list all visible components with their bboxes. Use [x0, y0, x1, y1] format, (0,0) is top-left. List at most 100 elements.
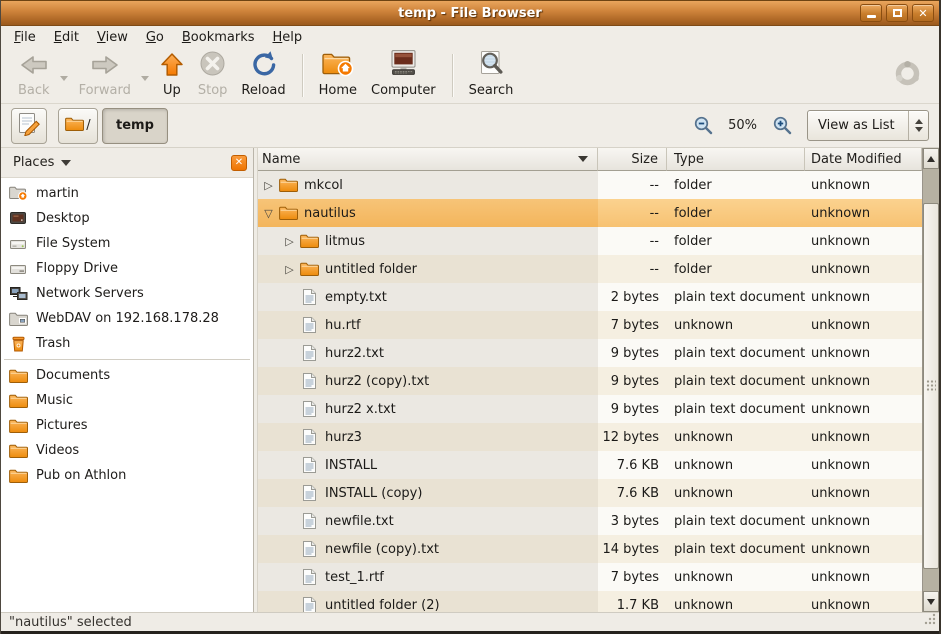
back-button-dropdown[interactable]	[57, 48, 72, 103]
scrollbar-thumb[interactable]	[923, 203, 939, 569]
zoom-in-icon[interactable]	[771, 115, 793, 137]
sidebar-item-pictures[interactable]: Pictures	[1, 413, 253, 438]
column-header-name[interactable]: Name	[258, 148, 598, 171]
name-cell: untitled folder (2)	[258, 591, 598, 612]
size-cell: 7.6 KB	[598, 451, 667, 479]
table-row[interactable]: INSTALL7.6 KBunknownunknown	[258, 451, 922, 479]
file-list: NameSize Type Date Modified ▷mkcol--folder…	[258, 148, 939, 612]
menu-bookmarks[interactable]: Bookmarks	[173, 27, 264, 48]
path-button-current[interactable]: temp	[102, 108, 168, 144]
table-row[interactable]: empty.txt2 bytesplain text documentunkno…	[258, 283, 922, 311]
menu-go[interactable]: Go	[137, 27, 173, 48]
table-row[interactable]: ▷mkcol--folderunknown	[258, 171, 922, 199]
edit-location-button[interactable]	[11, 108, 47, 144]
size-cell: 7 bytes	[598, 563, 667, 591]
back-button[interactable]: Back	[11, 48, 57, 103]
name-cell: ▷untitled folder	[258, 255, 598, 283]
sidebar-item-trash[interactable]: Trash	[1, 331, 253, 356]
expander-expanded-icon[interactable]: ▽	[262, 207, 275, 220]
date-modified-cell: unknown	[805, 227, 922, 255]
type-cell: unknown	[667, 479, 805, 507]
scroll-down-button[interactable]	[923, 591, 939, 612]
type-cell: plain text document	[667, 339, 805, 367]
sidebar-item-desktop[interactable]: Desktop	[1, 206, 253, 231]
date-modified-cell: unknown	[805, 451, 922, 479]
sidebar-item-floppy-drive[interactable]: Floppy Drive	[1, 256, 253, 281]
size-cell: 14 bytes	[598, 535, 667, 563]
column-header-date-modified[interactable]: Date Modified	[805, 148, 922, 171]
view-controls: 50% View as List	[692, 110, 939, 141]
folder-icon	[298, 234, 320, 248]
view-mode-select[interactable]: View as List	[807, 110, 929, 141]
text-file-icon	[298, 457, 320, 473]
forward-button-dropdown[interactable]	[138, 48, 153, 103]
sidebar-item-music[interactable]: Music	[1, 388, 253, 413]
sidebar-item-network-servers[interactable]: Network Servers	[1, 281, 253, 306]
date-modified-cell: unknown	[805, 283, 922, 311]
column-header-type[interactable]: Type	[667, 148, 805, 171]
table-row[interactable]: hurz312 bytesunknownunknown	[258, 423, 922, 451]
table-row[interactable]: newfile.txt3 bytesplain text documentunk…	[258, 507, 922, 535]
home-button[interactable]: Home	[312, 48, 364, 103]
table-row[interactable]: ▽nautilus--folderunknown	[258, 199, 922, 227]
expander-collapsed-icon[interactable]: ▷	[283, 263, 296, 276]
sidebar-item-label: Network Servers	[36, 286, 144, 301]
date-modified-cell: unknown	[805, 367, 922, 395]
type-cell: folder	[667, 199, 805, 227]
menu-help[interactable]: Help	[264, 27, 312, 48]
forward-icon	[90, 53, 120, 81]
forward-button[interactable]: Forward	[72, 48, 138, 103]
table-row[interactable]: hurz2 x.txt9 bytesplain text documentunk…	[258, 395, 922, 423]
scroll-up-button[interactable]	[923, 148, 939, 169]
name-cell: ▽nautilus	[258, 199, 598, 227]
search-button[interactable]: Search	[462, 48, 521, 103]
close-sidebar-button[interactable]: ✕	[231, 155, 247, 171]
resize-grip[interactable]	[922, 611, 937, 630]
folder-icon	[298, 262, 320, 276]
column-header-label: Type	[674, 152, 704, 167]
sidebar-item-martin[interactable]: martin	[1, 181, 253, 206]
places-label: Places	[13, 155, 54, 170]
size-cell: 9 bytes	[598, 395, 667, 423]
sidebar-item-label: File System	[36, 236, 110, 251]
sidebar-item-webdav-on-192-168-178-28[interactable]: WebDAV on 192.168.178.28	[1, 306, 253, 331]
expander-collapsed-icon[interactable]: ▷	[283, 235, 296, 248]
type-cell: plain text document	[667, 507, 805, 535]
name-cell: empty.txt	[258, 283, 598, 311]
computer-button[interactable]: Computer	[364, 48, 443, 103]
minimize-button[interactable]	[860, 4, 882, 22]
table-row[interactable]: ▷untitled folder--folderunknown	[258, 255, 922, 283]
table-row[interactable]: test_1.rtf7 bytesunknownunknown	[258, 563, 922, 591]
sidebar-item-file-system[interactable]: File System	[1, 231, 253, 256]
table-row[interactable]: untitled folder (2)1.7 KBunknownunknown	[258, 591, 922, 612]
scrollbar-trough[interactable]	[923, 169, 939, 203]
name-cell: hurz2 (copy).txt	[258, 367, 598, 395]
column-header-size[interactable]: Size	[598, 148, 667, 171]
scrollbar-trough[interactable]	[923, 569, 939, 591]
path-button-root[interactable]: /	[58, 108, 98, 144]
up-button[interactable]: Up	[153, 48, 191, 103]
table-row[interactable]: INSTALL (copy)7.6 KBunknownunknown	[258, 479, 922, 507]
reload-button[interactable]: Reload	[234, 48, 292, 103]
sidebar-item-label: Pictures	[36, 418, 87, 433]
zoom-out-icon[interactable]	[692, 115, 714, 137]
table-row[interactable]: hu.rtf7 bytesunknownunknown	[258, 311, 922, 339]
menu-file[interactable]: File	[5, 27, 45, 48]
sidebar-item-documents[interactable]: Documents	[1, 363, 253, 388]
menu-view[interactable]: View	[88, 27, 137, 48]
stop-button[interactable]: Stop	[191, 48, 235, 103]
menu-edit[interactable]: Edit	[45, 27, 88, 48]
home-button-label: Home	[319, 83, 357, 98]
table-row[interactable]: hurz2.txt9 bytesplain text documentunkno…	[258, 339, 922, 367]
sidebar-item-pub-on-athlon[interactable]: Pub on Athlon	[1, 463, 253, 488]
maximize-button[interactable]	[886, 4, 908, 22]
sidebar-item-videos[interactable]: Videos	[1, 438, 253, 463]
expander-collapsed-icon[interactable]: ▷	[262, 179, 275, 192]
table-row[interactable]: newfile (copy).txt14 bytesplain text doc…	[258, 535, 922, 563]
size-cell: 9 bytes	[598, 339, 667, 367]
titlebar[interactable]: temp - File Browser ✕	[1, 0, 939, 26]
close-button[interactable]: ✕	[912, 4, 934, 22]
table-row[interactable]: hurz2 (copy).txt9 bytesplain text docume…	[258, 367, 922, 395]
table-row[interactable]: ▷litmus--folderunknown	[258, 227, 922, 255]
places-selector[interactable]: Places	[7, 153, 77, 172]
